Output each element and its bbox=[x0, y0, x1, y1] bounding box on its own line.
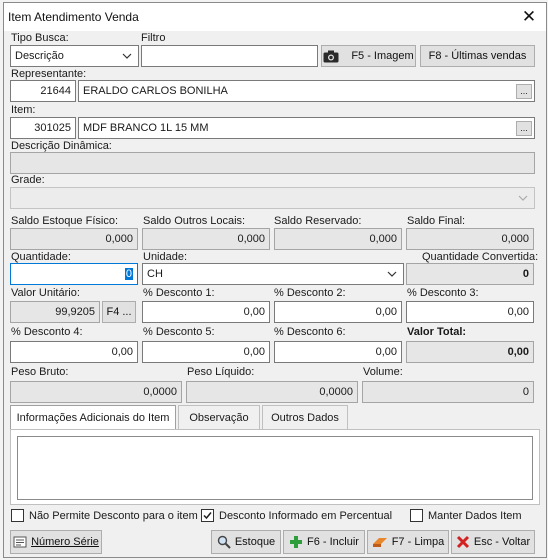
valor-unitario-field: 99,9205 bbox=[10, 301, 100, 323]
desconto-3-label: % Desconto 3: bbox=[407, 287, 479, 299]
dialog-window: Item Atendimento Venda ✕ Tipo Busca: Des… bbox=[3, 2, 547, 558]
nao-permite-desconto-checkbox[interactable]: Não Permite Desconto para o item bbox=[11, 509, 198, 522]
volume-field: 0 bbox=[362, 381, 534, 403]
manter-dados-checkbox[interactable]: Manter Dados Item bbox=[410, 509, 522, 522]
peso-bruto-label: Peso Bruto: bbox=[11, 366, 69, 378]
image-button[interactable]: F5 - Imagem bbox=[321, 45, 416, 67]
tab-observacao[interactable]: Observação bbox=[178, 405, 260, 429]
limpa-label: F7 - Limpa bbox=[391, 536, 445, 548]
quantidade-convertida-label: Quantidade Convertida: bbox=[422, 251, 539, 263]
tab-informacoes-adicionais[interactable]: Informações Adicionais do Item bbox=[10, 405, 176, 430]
valor-unitario-label: Valor Unitário: bbox=[11, 287, 80, 299]
grade-select bbox=[10, 187, 535, 209]
peso-liquido-label: Peso Líquido: bbox=[187, 366, 255, 378]
valor-total-label: Valor Total: bbox=[407, 326, 467, 338]
desconto-4-input[interactable]: 0,00 bbox=[10, 341, 138, 363]
valor-total-field: 0,00 bbox=[406, 341, 534, 363]
unidade-label: Unidade: bbox=[143, 251, 188, 263]
incluir-label: F6 - Incluir bbox=[307, 536, 359, 548]
item-name: MDF BRANCO 1L 15 MM bbox=[83, 122, 209, 134]
saldo-reservado-label: Saldo Reservado: bbox=[274, 215, 362, 227]
quantidade-input[interactable]: 0 bbox=[10, 263, 138, 285]
cancel-x-icon bbox=[456, 535, 469, 549]
desconto-4-label: % Desconto 4: bbox=[11, 326, 83, 338]
image-button-label: F5 - Imagem bbox=[351, 50, 414, 62]
desconto-5-input[interactable]: 0,00 bbox=[142, 341, 270, 363]
representante-code-input[interactable]: 21644 bbox=[10, 80, 76, 102]
chevron-down-icon bbox=[518, 195, 528, 201]
window-title: Item Atendimento Venda bbox=[8, 10, 139, 24]
checkmark-icon bbox=[201, 509, 214, 522]
representante-name: ERALDO CARLOS BONILHA bbox=[83, 85, 228, 97]
tab-outros-dados[interactable]: Outros Dados bbox=[262, 405, 348, 429]
desconto-2-label: % Desconto 2: bbox=[274, 287, 346, 299]
nao-permite-desconto-box bbox=[11, 509, 24, 522]
f4-price-button[interactable]: F4 ... bbox=[102, 301, 136, 323]
desconto-6-label: % Desconto 6: bbox=[274, 326, 346, 338]
plus-icon bbox=[290, 536, 303, 548]
representante-label: Representante: bbox=[11, 68, 87, 80]
item-label: Item: bbox=[11, 104, 36, 116]
voltar-label: Esc - Voltar bbox=[473, 536, 531, 548]
tipo-busca-value: Descrição bbox=[15, 50, 64, 62]
nao-permite-desconto-label: Não Permite Desconto para o item bbox=[29, 509, 198, 522]
last-sales-button[interactable]: F8 - Últimas vendas bbox=[420, 45, 535, 67]
saldo-outros-locais-field: 0,000 bbox=[142, 228, 270, 250]
manter-dados-box bbox=[410, 509, 423, 522]
saldo-outros-locais-label: Saldo Outros Locais: bbox=[143, 215, 246, 227]
filtro-label: Filtro bbox=[141, 32, 166, 44]
desconto-1-input[interactable]: 0,00 bbox=[142, 301, 270, 323]
representante-name-field[interactable]: ERALDO CARLOS BONILHA bbox=[78, 80, 535, 102]
desconto-percentual-checkbox[interactable]: Desconto Informado em Percentual bbox=[201, 509, 392, 522]
saldo-final-label: Saldo Final: bbox=[407, 215, 466, 227]
descricao-dinamica-field bbox=[10, 152, 535, 174]
tipo-busca-label: Tipo Busca: bbox=[11, 32, 69, 44]
quantidade-convertida-field: 0 bbox=[406, 263, 534, 285]
serial-number-icon bbox=[13, 536, 27, 548]
numero-serie-button[interactable]: Número Série bbox=[10, 530, 102, 554]
desconto-3-input[interactable]: 0,00 bbox=[406, 301, 534, 323]
peso-bruto-field: 0,0000 bbox=[10, 381, 182, 403]
desconto-2-input[interactable]: 0,00 bbox=[274, 301, 402, 323]
peso-liquido-field: 0,0000 bbox=[186, 381, 358, 403]
item-lookup-button[interactable]: ... bbox=[516, 121, 532, 136]
saldo-reservado-field: 0,000 bbox=[274, 228, 402, 250]
voltar-button[interactable]: Esc - Voltar bbox=[451, 530, 535, 554]
manter-dados-label: Manter Dados Item bbox=[428, 509, 522, 522]
estoque-label: Estoque bbox=[234, 536, 276, 548]
unidade-select[interactable]: CH bbox=[142, 263, 404, 285]
saldo-final-field: 0,000 bbox=[406, 228, 534, 250]
close-icon[interactable]: ✕ bbox=[518, 6, 540, 28]
numero-serie-label: Número Série bbox=[31, 536, 99, 548]
limpa-button[interactable]: F7 - Limpa bbox=[367, 530, 449, 554]
quantidade-value: 0 bbox=[124, 268, 133, 280]
grade-label: Grade: bbox=[11, 174, 45, 186]
eraser-icon bbox=[372, 538, 387, 547]
estoque-button[interactable]: Estoque bbox=[211, 530, 281, 554]
tipo-busca-select[interactable]: Descrição bbox=[10, 45, 139, 67]
camera-icon bbox=[323, 50, 339, 62]
volume-label: Volume: bbox=[363, 366, 403, 378]
quantidade-label: Quantidade: bbox=[11, 251, 71, 263]
chevron-down-icon bbox=[122, 53, 132, 59]
search-icon bbox=[217, 535, 231, 549]
title-bar: Item Atendimento Venda ✕ bbox=[4, 3, 546, 31]
informacoes-adicionais-textarea[interactable] bbox=[17, 436, 533, 500]
tab-panel bbox=[10, 429, 540, 505]
saldo-estoque-fisico-label: Saldo Estoque Físico: bbox=[11, 215, 119, 227]
saldo-estoque-fisico-field: 0,000 bbox=[10, 228, 138, 250]
filtro-input[interactable] bbox=[141, 45, 318, 67]
desconto-1-label: % Desconto 1: bbox=[143, 287, 215, 299]
desconto-6-input[interactable]: 0,00 bbox=[274, 341, 402, 363]
item-code-input[interactable]: 301025 bbox=[10, 117, 76, 139]
descricao-dinamica-label: Descrição Dinâmica: bbox=[11, 140, 112, 152]
desconto-5-label: % Desconto 5: bbox=[143, 326, 215, 338]
desconto-percentual-label: Desconto Informado em Percentual bbox=[219, 509, 393, 522]
representante-lookup-button[interactable]: ... bbox=[516, 84, 532, 99]
incluir-button[interactable]: F6 - Incluir bbox=[283, 530, 365, 554]
item-name-field[interactable]: MDF BRANCO 1L 15 MM bbox=[78, 117, 535, 139]
chevron-down-icon bbox=[387, 271, 397, 277]
unidade-value: CH bbox=[147, 268, 163, 280]
